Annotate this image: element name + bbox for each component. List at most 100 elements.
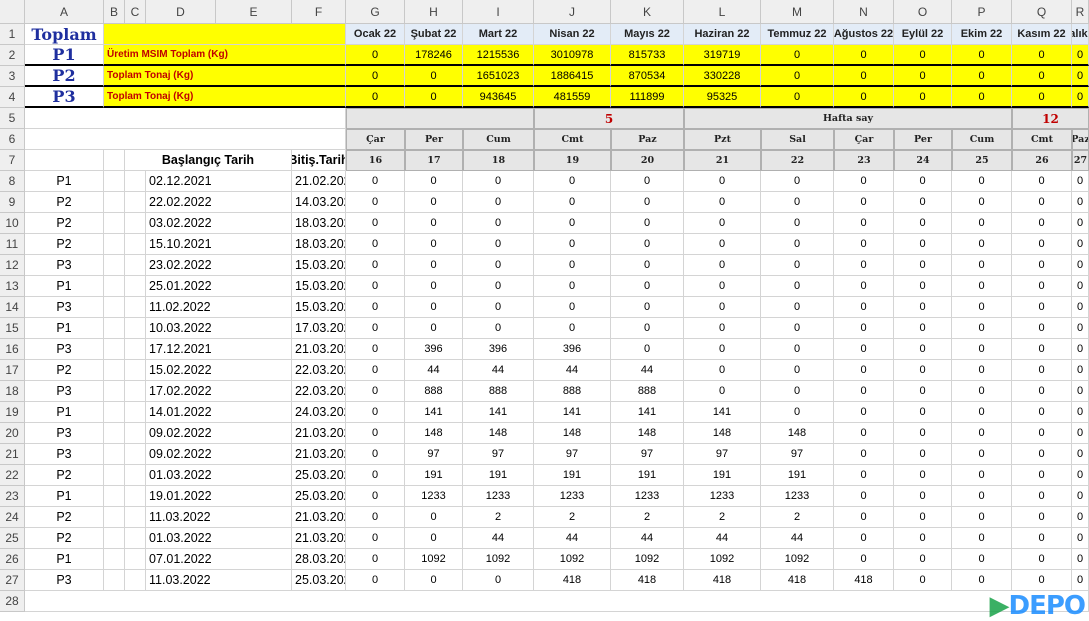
value-cell[interactable]: 0	[405, 318, 463, 339]
value-cell[interactable]: 0	[894, 213, 952, 234]
summary-value-cell[interactable]: 0	[952, 87, 1012, 108]
value-cell[interactable]: 0	[1072, 213, 1089, 234]
empty-cell[interactable]	[104, 444, 125, 465]
empty-cell[interactable]	[125, 171, 146, 192]
value-cell[interactable]: 0	[1072, 339, 1089, 360]
value-cell[interactable]: 0	[1012, 297, 1072, 318]
summary-value-cell[interactable]: 0	[346, 66, 405, 87]
row-header-4[interactable]: 4	[0, 87, 25, 108]
day-name-cell[interactable]: Cum	[463, 129, 534, 150]
value-cell[interactable]: 0	[463, 276, 534, 297]
row-header-22[interactable]: 22	[0, 465, 25, 486]
end-date-cell[interactable]: 25.03.2022	[292, 486, 346, 507]
value-cell[interactable]: 0	[1012, 360, 1072, 381]
value-cell[interactable]: 0	[894, 318, 952, 339]
value-cell[interactable]: 0	[346, 528, 405, 549]
summary-value-cell[interactable]: 0	[346, 87, 405, 108]
start-date-cell[interactable]: 09.02.2022	[146, 423, 292, 444]
value-cell[interactable]: 97	[761, 444, 834, 465]
row-header-10[interactable]: 10	[0, 213, 25, 234]
month-header-cell[interactable]: Aralık 22	[1072, 24, 1089, 45]
value-cell[interactable]: 0	[834, 465, 894, 486]
empty-cell[interactable]	[104, 150, 125, 171]
value-cell[interactable]: 0	[534, 276, 611, 297]
empty-cell[interactable]	[104, 192, 125, 213]
day-number-cell[interactable]: 21	[684, 150, 761, 171]
value-cell[interactable]: 0	[834, 318, 894, 339]
row-header-19[interactable]: 19	[0, 402, 25, 423]
empty-cell[interactable]	[125, 360, 146, 381]
yellow-header-cell[interactable]	[104, 24, 346, 45]
start-date-cell[interactable]: 07.01.2022	[146, 549, 292, 570]
empty-cell[interactable]	[125, 465, 146, 486]
value-cell[interactable]: 0	[1072, 402, 1089, 423]
week-count-cell[interactable]: 5	[534, 108, 684, 129]
value-cell[interactable]: 0	[463, 171, 534, 192]
value-cell[interactable]: 0	[761, 234, 834, 255]
month-header-cell[interactable]: Eylül 22	[894, 24, 952, 45]
end-date-cell[interactable]: 14.03.2022	[292, 192, 346, 213]
value-cell[interactable]: 0	[761, 360, 834, 381]
value-cell[interactable]: 418	[611, 570, 684, 591]
day-number-cell[interactable]: 26	[1012, 150, 1072, 171]
value-cell[interactable]: 0	[894, 276, 952, 297]
end-date-cell[interactable]: 22.03.2022	[292, 381, 346, 402]
value-cell[interactable]: 191	[761, 465, 834, 486]
value-cell[interactable]: 0	[346, 549, 405, 570]
value-cell[interactable]: 0	[1072, 528, 1089, 549]
day-name-cell[interactable]: Cmt	[1012, 129, 1072, 150]
value-cell[interactable]: 0	[894, 255, 952, 276]
day-name-cell[interactable]: Çar	[834, 129, 894, 150]
row-header-2[interactable]: 2	[0, 45, 25, 66]
month-header-cell[interactable]: Ocak 22	[346, 24, 405, 45]
summary-value-cell[interactable]: 0	[1012, 87, 1072, 108]
value-cell[interactable]: 0	[684, 192, 761, 213]
value-cell[interactable]: 2	[761, 507, 834, 528]
value-cell[interactable]: 0	[346, 486, 405, 507]
product-cell[interactable]: P3	[25, 444, 104, 465]
value-cell[interactable]: 0	[894, 360, 952, 381]
value-cell[interactable]: 0	[1012, 528, 1072, 549]
value-cell[interactable]: 0	[1012, 171, 1072, 192]
start-date-cell[interactable]: 15.10.2021	[146, 234, 292, 255]
value-cell[interactable]: 0	[684, 276, 761, 297]
value-cell[interactable]: 0	[684, 318, 761, 339]
start-date-cell[interactable]: 01.03.2022	[146, 528, 292, 549]
product-cell[interactable]: P2	[25, 234, 104, 255]
row-header-27[interactable]: 27	[0, 570, 25, 591]
value-cell[interactable]: 0	[834, 486, 894, 507]
row-header-14[interactable]: 14	[0, 297, 25, 318]
summary-value-cell[interactable]: 330228	[684, 66, 761, 87]
empty-cell[interactable]	[125, 549, 146, 570]
value-cell[interactable]: 0	[952, 486, 1012, 507]
column-header-b[interactable]: B	[104, 0, 125, 24]
start-date-cell[interactable]: 03.02.2022	[146, 213, 292, 234]
empty-cell[interactable]	[104, 570, 125, 591]
value-cell[interactable]: 0	[405, 213, 463, 234]
value-cell[interactable]: 0	[346, 276, 405, 297]
value-cell[interactable]: 0	[463, 213, 534, 234]
empty-cell[interactable]	[125, 276, 146, 297]
value-cell[interactable]: 0	[534, 192, 611, 213]
value-cell[interactable]: 44	[761, 528, 834, 549]
empty-cell[interactable]	[125, 192, 146, 213]
value-cell[interactable]: 0	[534, 297, 611, 318]
value-cell[interactable]: 0	[346, 507, 405, 528]
value-cell[interactable]: 0	[952, 444, 1012, 465]
value-cell[interactable]: 2	[611, 507, 684, 528]
end-date-cell[interactable]: 17.03.2022	[292, 318, 346, 339]
value-cell[interactable]: 0	[834, 507, 894, 528]
empty-cell[interactable]	[104, 318, 125, 339]
value-cell[interactable]: 0	[534, 213, 611, 234]
row-header-16[interactable]: 16	[0, 339, 25, 360]
day-number-cell[interactable]: 24	[894, 150, 952, 171]
summary-value-cell[interactable]: 943645	[463, 87, 534, 108]
value-cell[interactable]: 0	[346, 192, 405, 213]
end-date-cell[interactable]: 15.03.2022	[292, 297, 346, 318]
value-cell[interactable]: 0	[534, 171, 611, 192]
summary-value-cell[interactable]: 815733	[611, 45, 684, 66]
value-cell[interactable]: 0	[761, 276, 834, 297]
value-cell[interactable]: 0	[834, 528, 894, 549]
value-cell[interactable]: 0	[834, 255, 894, 276]
summary-value-cell[interactable]: 0	[894, 66, 952, 87]
